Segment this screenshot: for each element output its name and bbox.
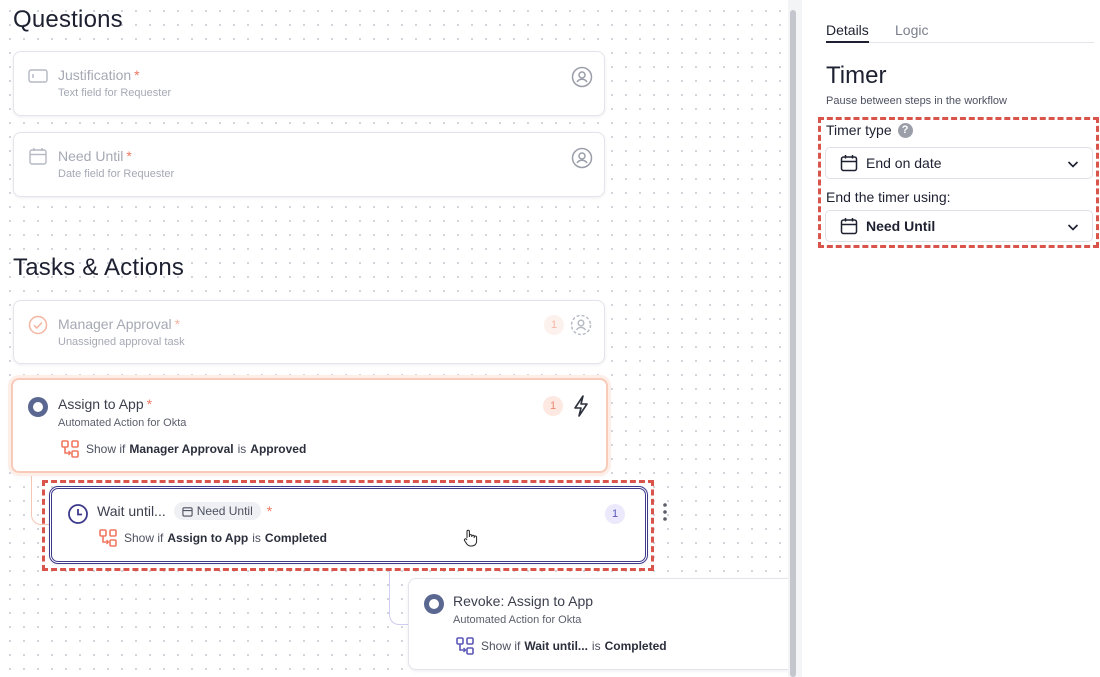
user-icon bbox=[571, 66, 593, 88]
lightning-bolt-icon bbox=[574, 395, 588, 417]
visibility-condition: Show if Wait until... is Completed bbox=[455, 636, 667, 656]
question-title: Need Until * bbox=[58, 148, 132, 164]
count-badge: 1 bbox=[544, 315, 564, 335]
action-step-icon bbox=[424, 594, 444, 614]
clock-icon bbox=[68, 504, 88, 524]
end-using-select[interactable]: Need Until bbox=[825, 210, 1093, 242]
task-title: Manager Approval * bbox=[58, 316, 181, 332]
task-card-manager-approval[interactable]: Manager Approval * Unassigned approval ta… bbox=[13, 300, 605, 364]
branch-condition-icon bbox=[61, 440, 79, 458]
task-subtitle: Automated Action for Okta bbox=[58, 417, 187, 429]
calendar-icon bbox=[29, 148, 47, 165]
question-card-justification[interactable]: Justification * Text field for Requester bbox=[13, 51, 605, 116]
hand-cursor-icon bbox=[463, 529, 478, 547]
user-icon bbox=[571, 147, 593, 169]
timer-type-select[interactable]: End on date bbox=[825, 147, 1093, 179]
calendar-icon bbox=[840, 218, 858, 235]
approval-check-icon bbox=[28, 315, 48, 335]
questions-heading: Questions bbox=[13, 6, 123, 33]
chevron-down-icon bbox=[1067, 161, 1079, 168]
task-title: Wait until... Need Until * bbox=[97, 502, 273, 520]
end-using-value: Need Until bbox=[866, 218, 936, 234]
question-title: Justification * bbox=[58, 67, 140, 83]
panel-tabs: Details Logic bbox=[826, 22, 1094, 43]
end-using-label: End the timer using: bbox=[826, 189, 951, 205]
help-icon[interactable]: ? bbox=[897, 122, 913, 138]
count-badge: 1 bbox=[605, 504, 625, 524]
panel-title: Timer bbox=[826, 62, 887, 89]
count-badge: 1 bbox=[543, 396, 563, 416]
canvas-scrollbar[interactable] bbox=[790, 10, 796, 677]
task-subtitle: Unassigned approval task bbox=[58, 336, 185, 348]
task-card-wait-until[interactable]: Wait until... Need Until * Show if Assign… bbox=[49, 486, 648, 564]
tab-details[interactable]: Details bbox=[826, 22, 869, 43]
visibility-condition: Show if Manager Approval is Approved bbox=[60, 439, 306, 459]
task-card-assign-to-app[interactable]: Assign to App * Automated Action for Okta… bbox=[11, 378, 608, 473]
field-chip: Need Until bbox=[173, 502, 261, 520]
timer-type-value: End on date bbox=[866, 155, 942, 171]
task-subtitle: Automated Action for Okta bbox=[453, 614, 582, 626]
branch-condition-icon bbox=[99, 529, 117, 547]
task-title: Assign to App * bbox=[58, 396, 153, 412]
calendar-icon bbox=[840, 155, 858, 172]
more-options-icon[interactable] bbox=[661, 502, 669, 522]
tab-logic[interactable]: Logic bbox=[895, 22, 928, 43]
question-subtitle: Date field for Requester bbox=[58, 168, 175, 180]
visibility-condition: Show if Assign to App is Completed bbox=[98, 528, 327, 548]
details-panel: Details Logic Timer Pause between steps … bbox=[802, 0, 1100, 677]
chevron-down-icon bbox=[1067, 224, 1079, 231]
calendar-icon bbox=[182, 506, 193, 517]
question-subtitle: Text field for Requester bbox=[58, 87, 172, 99]
panel-subtitle: Pause between steps in the workflow bbox=[826, 95, 1007, 107]
workflow-canvas[interactable]: Questions Justification * Text field for … bbox=[0, 0, 788, 677]
action-step-icon bbox=[28, 397, 48, 417]
question-card-need-until[interactable]: Need Until * Date field for Requester bbox=[13, 132, 605, 197]
task-card-revoke[interactable]: Revoke: Assign to App Automated Action f… bbox=[408, 578, 788, 670]
task-title: Revoke: Assign to App bbox=[453, 593, 594, 609]
timer-type-label: Timer type ? bbox=[826, 122, 913, 138]
branch-condition-icon bbox=[456, 637, 474, 655]
tasks-heading: Tasks & Actions bbox=[13, 254, 185, 281]
text-field-icon bbox=[28, 69, 48, 83]
assignee-icon bbox=[570, 314, 592, 336]
